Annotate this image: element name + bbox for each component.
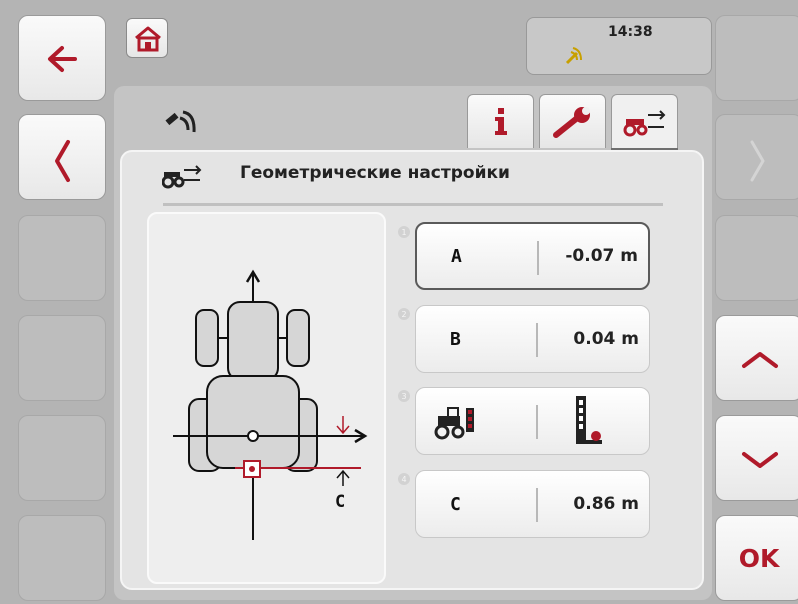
chevron-right-icon [750,140,765,182]
row-separator [536,488,538,522]
tractor-geometry-title-icon [162,165,202,189]
softkey-left-5 [18,415,106,501]
setting-value: -0.07 m [565,246,638,266]
setting-label: A [451,245,462,267]
tractor-geometry-icon [623,110,666,137]
wrench-icon [553,107,590,138]
tab-info[interactable] [467,94,534,148]
setting-row-a[interactable]: A -0.07 m [415,222,650,290]
row-separator [537,241,539,275]
previous-button[interactable] [18,114,106,200]
setting-row-b[interactable]: B 0.04 m [415,305,650,373]
home-icon [135,26,161,52]
back-button[interactable] [18,15,106,101]
row-index: 3 [398,390,410,402]
scroll-up-button[interactable] [715,315,798,401]
next-button [715,114,798,200]
info-icon [495,108,507,135]
row-separator [536,323,538,357]
implement-hitch-icon [576,396,602,444]
softkey-left-3 [18,215,106,301]
chevron-up-icon [742,352,778,368]
setting-value: 0.86 m [573,494,639,514]
setting-row-c[interactable]: C 0.86 m [415,470,650,538]
chevron-down-icon [742,452,778,468]
home-button[interactable] [126,18,168,58]
ok-button[interactable]: OK [715,515,798,601]
tab-geometry[interactable] [611,94,678,148]
geometry-diagram: C [147,212,386,584]
row-index: 1 [398,226,410,238]
tab-settings[interactable] [539,94,606,148]
ok-label: OK [738,543,780,573]
title-divider [163,203,663,206]
diagram-label-c: C [335,492,346,512]
scroll-down-button[interactable] [715,415,798,501]
arrow-left-icon [48,46,77,72]
row-index: 4 [398,473,410,485]
softkey-right-3 [715,215,798,301]
setting-label: B [450,328,461,350]
setting-label: C [450,493,461,515]
chevron-left-icon [55,140,70,182]
page-title: Геометрические настройки [240,163,510,183]
softkey-left-4 [18,315,106,401]
tractor-lights-icon [434,407,474,440]
setting-row-hitch[interactable] [415,387,650,455]
setting-value: 0.04 m [573,329,639,349]
softkey-left-6 [18,515,106,601]
clock: 14:38 [608,24,653,40]
row-index: 2 [398,308,410,320]
satellite-icon [165,110,196,133]
row-separator [536,405,538,439]
softkey-right-1 [715,15,798,101]
tractor-top-view-icon [173,269,368,540]
